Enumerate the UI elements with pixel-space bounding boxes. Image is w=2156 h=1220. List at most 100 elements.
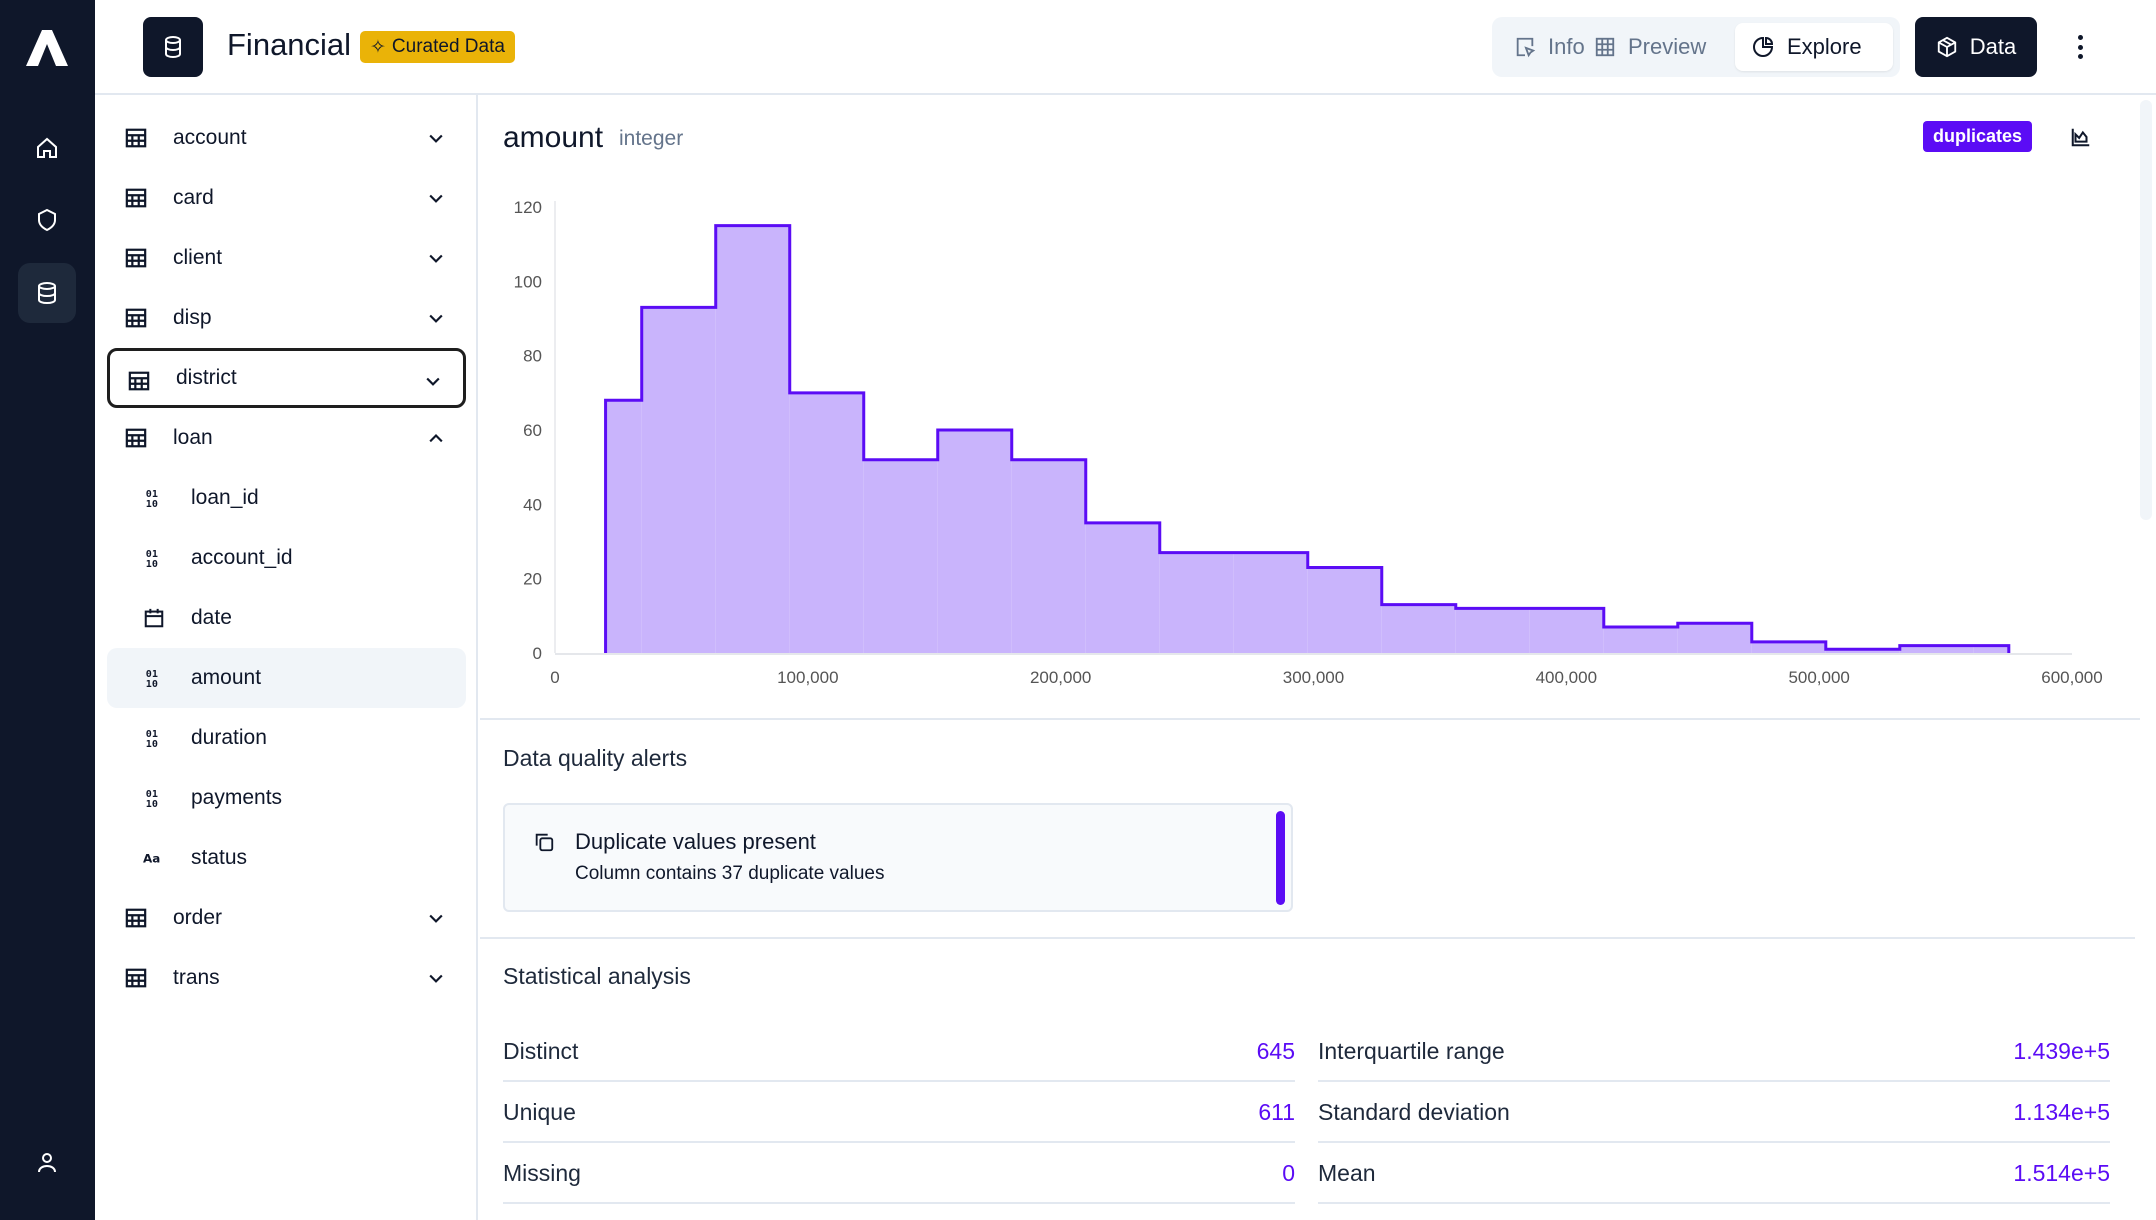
sidebar-item-label: order [173, 906, 223, 929]
histogram-bin [1455, 608, 1530, 653]
sidebar-table-card[interactable]: card [107, 168, 466, 228]
chevron-down-icon[interactable] [426, 188, 446, 208]
chevron-down-icon[interactable] [426, 128, 446, 148]
numeric-type-icon: 01 10 [143, 547, 165, 570]
alert-description: Column contains 37 duplicate values [575, 863, 885, 884]
table-icon [125, 907, 147, 929]
chevron-down-icon[interactable] [426, 248, 446, 268]
sidebar-table-loan[interactable]: loan [107, 408, 466, 468]
histogram-bin [863, 459, 938, 653]
sidebar-column-loan-id[interactable]: 01 10 loan_id [107, 468, 466, 528]
sidebar-table-client[interactable]: client [107, 228, 466, 288]
sidebar-table-trans[interactable]: trans [107, 948, 466, 1008]
text-type-icon: Aa [143, 847, 165, 869]
curated-data-badge: ✧ Curated Data [360, 31, 515, 63]
sidebar-item-label: amount [191, 666, 262, 689]
alert-title: Duplicate values present [575, 829, 816, 854]
chevron-up-icon[interactable] [426, 428, 446, 448]
sidebar-item-label: client [173, 246, 223, 269]
table-icon [125, 427, 147, 449]
stat-label: Interquartile range [1318, 1038, 1505, 1064]
divider [480, 937, 2135, 939]
sidebar-table-order[interactable]: order [107, 888, 466, 948]
table-icon [128, 370, 150, 392]
y-tick-label: 120 [514, 198, 542, 217]
stat-row: Missing 0 [503, 1143, 1295, 1204]
chevron-down-icon[interactable] [426, 308, 446, 328]
table-icon [125, 247, 147, 269]
sidebar-table-district[interactable]: district [107, 348, 466, 408]
sidebar-column-account-id[interactable]: 01 10 account_id [107, 528, 466, 588]
page-title: Financial [227, 27, 352, 62]
sidebar-item-label: card [173, 186, 214, 209]
histogram-bin [1307, 567, 1382, 653]
x-tick-label: 600,000 [2041, 668, 2102, 687]
x-tick-label: 500,000 [1788, 668, 1849, 687]
scrollbar[interactable] [2140, 100, 2152, 520]
stat-row: Interquartile range 1.439e+5 [1318, 1021, 2110, 1082]
sidebar-item-label: disp [173, 306, 212, 329]
sidebar-column-status[interactable]: Aa status [107, 828, 466, 888]
sidebar-item-label: status [191, 846, 248, 869]
svg-text:10: 10 [146, 559, 158, 569]
data-button[interactable]: Data [1915, 17, 2037, 77]
nav-security-button[interactable] [18, 190, 76, 250]
sidebar-column-date[interactable]: date [107, 588, 466, 648]
stat-row: Mean 1.514e+5 [1318, 1143, 2110, 1204]
column-detail: amount integer 0 20 40 60 80 100 120 0 100,000 20… [480, 97, 2140, 1220]
package-icon [1937, 36, 1956, 58]
header: Financial ✧ Curated Data Info Preview Exp… [95, 0, 2156, 95]
stat-label: Distinct [503, 1038, 579, 1064]
nav-user-button[interactable] [18, 1132, 76, 1192]
nav-data-button[interactable] [18, 263, 76, 323]
chevron-down-icon[interactable] [426, 968, 446, 988]
sidebar-item-label: trans [173, 966, 220, 989]
app-logo[interactable] [24, 28, 70, 68]
sidebar-column-duration[interactable]: 01 10 duration [107, 708, 466, 768]
y-tick-label: 100 [514, 272, 542, 291]
sidebar-item-label: payments [191, 786, 283, 809]
tab-preview[interactable]: Preview [1578, 23, 1722, 71]
table-sidebar: account card client disp district loan 01 10 loa… [95, 95, 478, 1220]
sidebar-item-label: duration [191, 726, 267, 749]
x-tick-label: 200,000 [1030, 668, 1091, 687]
histogram-bin [1529, 608, 1604, 653]
sidebar-item-label: account [173, 126, 247, 149]
table-icon [125, 307, 147, 329]
grid-icon [1595, 37, 1615, 57]
table-icon [125, 127, 147, 149]
x-tick-label: 0 [550, 668, 559, 687]
histogram-bin [1751, 641, 1826, 653]
alerts-heading: Data quality alerts [503, 745, 688, 771]
y-tick-label: 60 [523, 421, 542, 440]
tab-label: Explore [1787, 34, 1862, 59]
histogram-bin [1011, 459, 1086, 653]
chevron-down-icon[interactable] [423, 371, 443, 391]
stat-value: 645 [1256, 1038, 1295, 1064]
stat-value: 1.134e+5 [2013, 1099, 2110, 1125]
table-icon [125, 967, 147, 989]
stat-value: 611 [1258, 1099, 1295, 1125]
sidebar-column-amount[interactable]: 01 10 amount [107, 648, 466, 708]
x-tick-label: 400,000 [1536, 668, 1597, 687]
view-tabs: Info Preview Explore [1492, 17, 1900, 77]
sidebar-item-label: district [176, 366, 237, 389]
chart-type-icon[interactable] [2070, 126, 2092, 148]
sidebar-table-account[interactable]: account [107, 108, 466, 168]
sidebar-column-payments[interactable]: 01 10 payments [107, 768, 466, 828]
stat-value: 0 [1282, 1160, 1295, 1186]
sidebar-item-label: account_id [191, 546, 293, 569]
sidebar-table-disp[interactable]: disp [107, 288, 466, 348]
y-tick-label: 80 [523, 347, 542, 366]
tab-explore[interactable]: Explore [1735, 23, 1893, 71]
histogram-bin [641, 307, 716, 653]
chevron-down-icon[interactable] [426, 908, 446, 928]
more-options-icon[interactable] [2070, 30, 2090, 64]
numeric-type-icon: 01 10 [143, 667, 165, 690]
alert-accent-bar [1276, 811, 1285, 905]
copy-icon [535, 833, 554, 852]
stat-row: Distinct 645 [503, 1021, 1295, 1082]
histogram-bin [1085, 522, 1160, 653]
alert-card[interactable]: Duplicate values present Column contains… [503, 803, 1293, 912]
nav-home-button[interactable] [18, 118, 76, 178]
